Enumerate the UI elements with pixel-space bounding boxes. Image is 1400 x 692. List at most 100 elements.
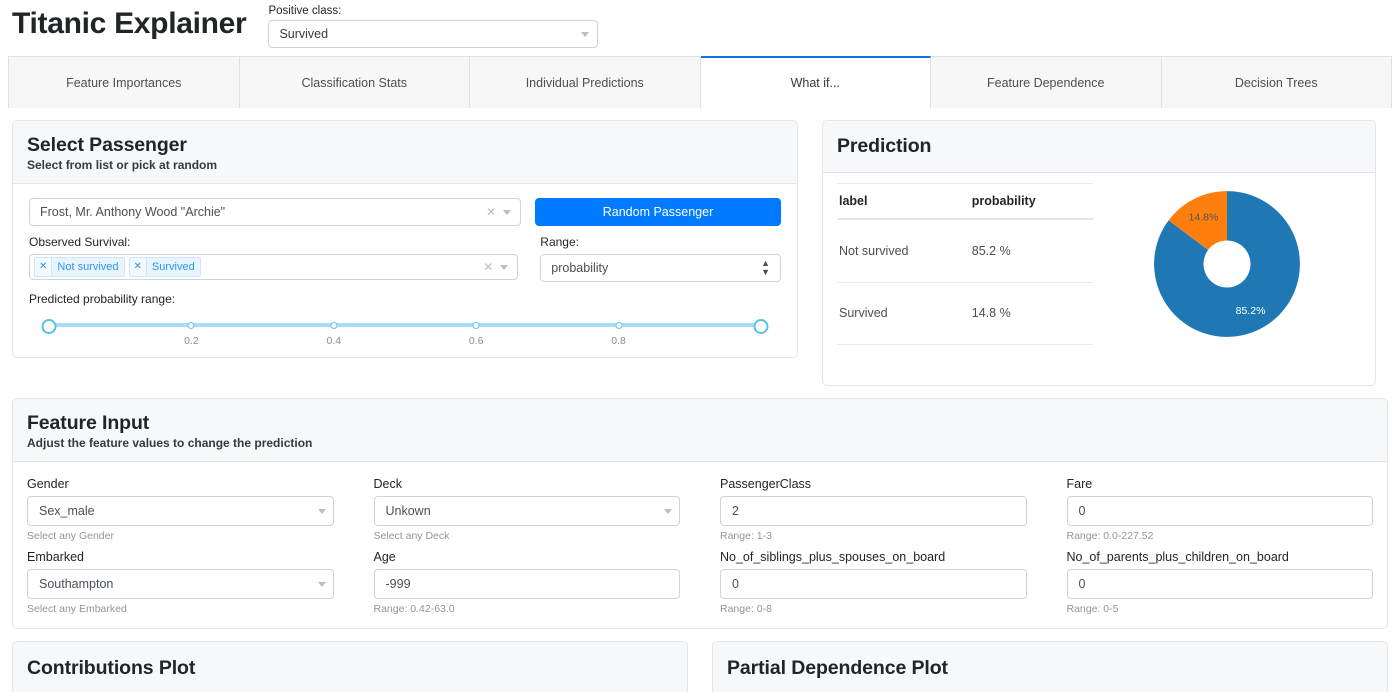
chevron-down-icon[interactable] — [317, 581, 326, 587]
field-label: Fare — [1066, 477, 1093, 491]
predicted-probability-slider[interactable]: 0.2 0.4 0.6 0.8 — [29, 315, 781, 355]
token-not-survived[interactable]: ✕ Not survived — [34, 257, 125, 277]
positive-class-label: Positive class: — [268, 5, 342, 17]
token-label: Survived — [151, 261, 195, 273]
contributions-plot-title: Contributions Plot — [27, 657, 196, 679]
prediction-body: label probability Not survived 85.2 % Su… — [823, 173, 1375, 359]
clear-x-icon[interactable]: ✕ — [483, 261, 493, 273]
contributions-plot-card: Contributions Plot — [12, 641, 688, 692]
tab-classification-stats[interactable]: Classification Stats — [239, 56, 470, 108]
chevron-down-icon[interactable] — [503, 209, 511, 215]
prediction-header: Prediction — [823, 121, 1375, 173]
fare-input[interactable]: 0 — [1066, 496, 1373, 526]
passenger-select[interactable]: Frost, Mr. Anthony Wood "Archie" ✕ — [29, 198, 521, 226]
chevron-down-icon[interactable] — [317, 508, 326, 514]
field-value: 0 — [1078, 504, 1086, 518]
field-help: Select any Embarked — [27, 603, 127, 615]
field-value: 2 — [732, 504, 739, 518]
field-label: Deck — [373, 477, 402, 491]
field-label: No_of_siblings_plus_spouses_on_board — [720, 550, 946, 564]
slider-tick-0.6 — [472, 322, 480, 329]
tab-label: Feature Importances — [66, 75, 182, 90]
table-header-row: label probability — [837, 183, 1093, 220]
token-remove-icon[interactable]: ✕ — [35, 258, 53, 276]
field-help: Range: 0-8 — [720, 603, 772, 615]
tab-label: Classification Stats — [301, 75, 408, 90]
slider-tick-label: 0.2 — [184, 335, 199, 347]
prediction-donut-chart: 85.2% 14.8% — [1093, 183, 1361, 345]
slider-handle-low[interactable] — [41, 319, 57, 334]
select-passenger-body: Frost, Mr. Anthony Wood "Archie" ✕ Rando… — [13, 184, 797, 357]
embarked-select[interactable]: Southampton — [27, 569, 334, 599]
column-header-label: label — [837, 183, 970, 220]
chevron-down-icon[interactable] — [664, 508, 672, 514]
donut-label-survived: 14.8% — [1189, 211, 1219, 223]
field-age: Age -999 Range: 0.42-63.0 — [373, 549, 680, 616]
tab-label: What if... — [790, 76, 840, 90]
field-siblings-spouses: No_of_siblings_plus_spouses_on_board 0 R… — [720, 549, 1027, 616]
gender-select[interactable]: Sex_male — [27, 496, 334, 526]
passenger-select-value: Frost, Mr. Anthony Wood "Archie" — [40, 205, 226, 219]
tab-feature-importances[interactable]: Feature Importances — [8, 56, 240, 108]
field-label: Gender — [27, 477, 69, 491]
chevron-down-icon — [581, 31, 590, 37]
field-value: Sex_male — [39, 504, 95, 518]
field-value: Southampton — [39, 577, 114, 591]
chevron-down-icon[interactable] — [500, 264, 509, 270]
partial-dependence-plot-header: Partial Dependence Plot — [713, 642, 1387, 692]
feature-input-card: Feature Input Adjust the feature values … — [12, 398, 1388, 629]
slider-tick-0.4 — [330, 322, 338, 329]
field-label: PassengerClass — [720, 477, 812, 491]
main-tabs: Feature Importances Classification Stats… — [8, 56, 1392, 108]
token-label: Not survived — [57, 261, 119, 273]
siblings-spouses-input[interactable]: 0 — [720, 569, 1027, 599]
tab-label: Feature Dependence — [987, 75, 1105, 90]
contributions-plot-header: Contributions Plot — [13, 642, 687, 692]
positive-class-select[interactable]: Survived — [268, 20, 599, 48]
token-survived[interactable]: ✕ Survived — [128, 257, 201, 277]
multiselect-icons: ✕ — [483, 261, 511, 273]
field-help: Select any Gender — [27, 530, 114, 542]
parents-children-input[interactable]: 0 — [1066, 569, 1373, 599]
observed-survival-multiselect[interactable]: ✕ Not survived ✕ Survived ✕ — [29, 254, 519, 280]
bottom-row: Contributions Plot Partial Dependence Pl… — [0, 641, 1400, 692]
range-select-value: probability — [551, 261, 609, 275]
stepper-updown-icon: ▲ ▼ — [761, 258, 770, 277]
tab-what-if[interactable]: What if... — [700, 56, 931, 108]
slider-track[interactable] — [49, 323, 761, 327]
select-passenger-header: Select Passenger Select from list or pic… — [13, 121, 797, 184]
range-select[interactable]: probability ▲ ▼ — [540, 254, 781, 282]
field-embarked: Embarked Southampton Select any Embarked — [27, 549, 334, 616]
slider-handle-high[interactable] — [753, 319, 769, 334]
top-row: Select Passenger Select from list or pic… — [0, 120, 1400, 386]
deck-select[interactable]: Unkown — [373, 496, 680, 526]
feature-input-subtitle: Adjust the feature values to change the … — [27, 436, 313, 450]
donut-label-not-survived: 85.2% — [1236, 305, 1266, 317]
range-label: Range: — [540, 235, 579, 249]
tab-decision-trees[interactable]: Decision Trees — [1161, 56, 1392, 108]
field-value: 0 — [732, 577, 739, 591]
positive-class-group: Positive class: Survived — [268, 4, 599, 48]
prediction-table: label probability Not survived 85.2 % Su… — [837, 183, 1093, 346]
field-value: Unkown — [385, 504, 431, 518]
field-help: Range: 1-3 — [720, 530, 772, 542]
tab-feature-dependence[interactable]: Feature Dependence — [931, 56, 1162, 108]
passengerclass-input[interactable]: 2 — [720, 496, 1027, 526]
feature-input-header: Feature Input Adjust the feature values … — [13, 399, 1387, 462]
field-label: No_of_parents_plus_children_on_board — [1066, 550, 1289, 564]
prediction-title: Prediction — [837, 135, 932, 157]
clear-x-icon[interactable]: ✕ — [486, 206, 496, 218]
age-input[interactable]: -999 — [373, 569, 680, 599]
field-value: 0 — [1078, 577, 1086, 591]
app-root: Titanic Explainer Positive class: Surviv… — [0, 0, 1400, 692]
field-value: -999 — [385, 577, 411, 591]
column-header-probability: probability — [969, 183, 1093, 220]
field-label: Age — [373, 550, 396, 564]
token-remove-icon[interactable]: ✕ — [129, 258, 147, 276]
passenger-select-icons: ✕ — [486, 206, 514, 218]
field-gender: Gender Sex_male Select any Gender — [27, 476, 334, 543]
donut-hole — [1203, 240, 1251, 288]
tab-individual-predictions[interactable]: Individual Predictions — [470, 56, 701, 108]
random-passenger-button[interactable]: Random Passenger — [535, 198, 781, 226]
survival-range-row: Observed Survival: ✕ Not survived ✕ Surv… — [29, 226, 781, 282]
